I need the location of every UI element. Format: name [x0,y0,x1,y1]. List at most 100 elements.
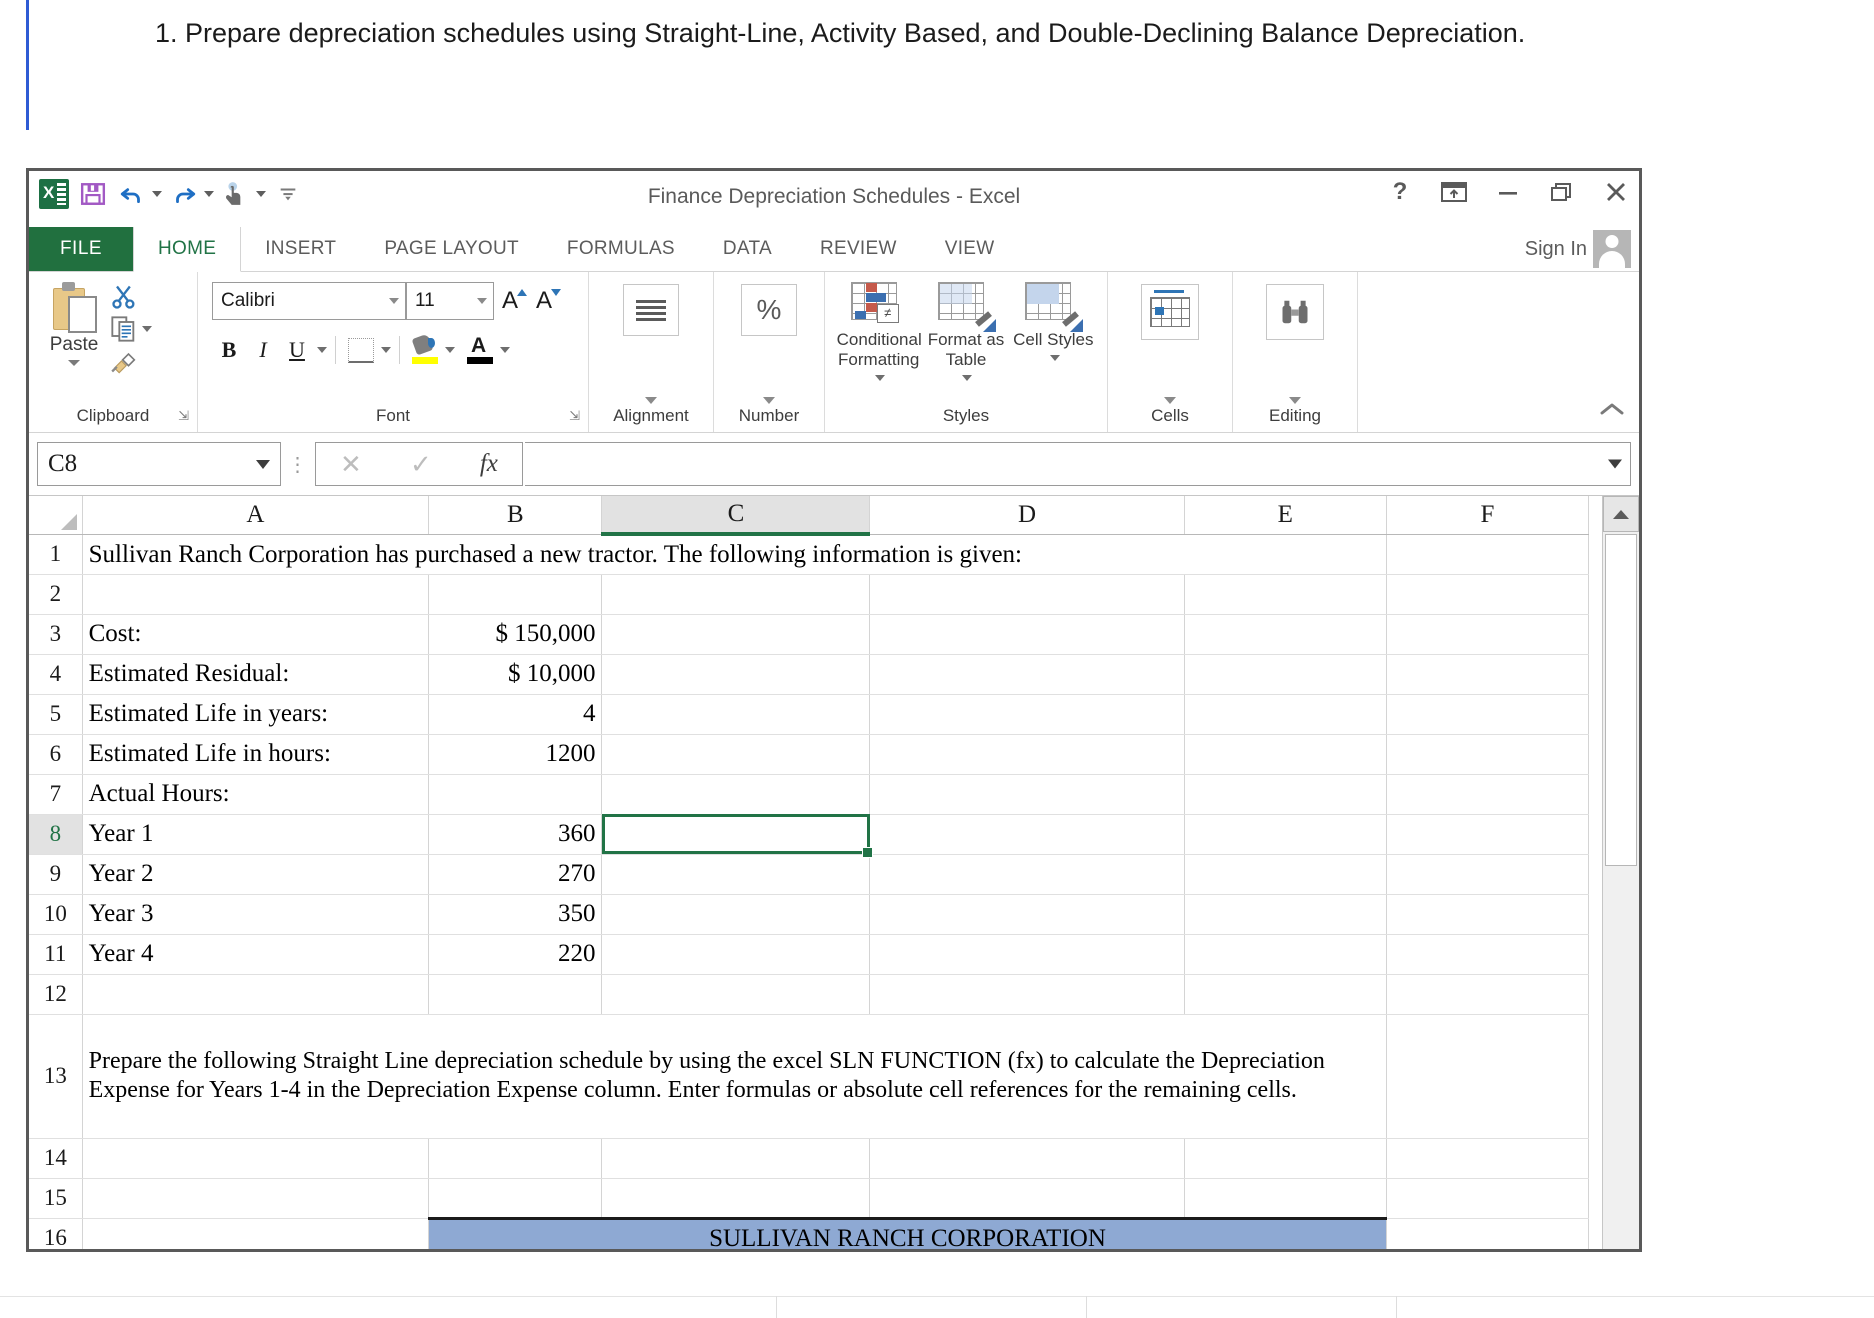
scroll-up-button[interactable] [1603,496,1639,532]
cell-b7[interactable] [429,774,602,814]
cell-d2[interactable] [870,574,1184,614]
cell-b14[interactable] [429,1138,602,1178]
cell-e4[interactable] [1184,654,1386,694]
scrollbar-thumb[interactable] [1605,534,1637,866]
cell-a12[interactable] [82,974,429,1014]
font-dialog-launcher-icon[interactable]: ⇲ [569,408,580,424]
cell-e15[interactable] [1184,1178,1386,1218]
row-header-1[interactable]: 1 [29,534,82,574]
cell-f16[interactable] [1386,1218,1588,1252]
editing-button[interactable] [1266,284,1324,340]
cell-a8[interactable]: Year 1 [82,814,429,854]
cell-d14[interactable] [870,1138,1184,1178]
cell-b2[interactable] [429,574,602,614]
cell-c3[interactable] [602,614,870,654]
cell-e6[interactable] [1184,734,1386,774]
name-box[interactable]: C8 [37,442,281,486]
font-name-dropdown-icon[interactable] [389,298,399,304]
tab-insert[interactable]: INSERT [241,227,360,271]
collapse-ribbon-icon[interactable] [1599,401,1625,422]
cell-a1[interactable]: Sullivan Ranch Corporation has purchased… [82,534,1386,574]
cells-dropdown-icon[interactable] [1164,397,1176,404]
cell-c8[interactable] [602,814,870,854]
tab-data[interactable]: DATA [699,227,796,271]
cell-d5[interactable] [870,694,1184,734]
format-painter-button[interactable] [109,346,152,376]
cell-a7[interactable]: Actual Hours: [82,774,429,814]
cell-c11[interactable] [602,934,870,974]
bold-button[interactable]: B [212,334,246,366]
column-header-a[interactable]: A [82,496,429,534]
cell-f8[interactable] [1386,814,1588,854]
cell-f1[interactable] [1386,534,1588,574]
underline-button[interactable]: U [280,334,314,366]
cell-a13[interactable]: Prepare the following Straight Line depr… [82,1014,1386,1138]
fill-color-button[interactable] [408,334,442,366]
cell-c2[interactable] [602,574,870,614]
row-header-2[interactable]: 2 [29,574,82,614]
borders-button[interactable] [344,334,378,366]
cell-c14[interactable] [602,1138,870,1178]
underline-dropdown-icon[interactable] [317,347,327,353]
cell-c7[interactable] [602,774,870,814]
row-header-11[interactable]: 11 [29,934,82,974]
clipboard-dialog-launcher-icon[interactable]: ⇲ [178,408,189,424]
column-header-f[interactable]: F [1386,496,1588,534]
cell-f4[interactable] [1386,654,1588,694]
cell-a4[interactable]: Estimated Residual: [82,654,429,694]
cell-d6[interactable] [870,734,1184,774]
cell-a15[interactable] [82,1178,429,1218]
row-header-12[interactable]: 12 [29,974,82,1014]
row-header-16[interactable]: 16 [29,1218,82,1252]
restore-icon[interactable] [1549,179,1575,205]
name-box-dropdown-icon[interactable] [256,460,270,469]
cell-e9[interactable] [1184,854,1386,894]
cell-a14[interactable] [82,1138,429,1178]
close-icon[interactable] [1603,179,1629,205]
decrease-font-size-button[interactable]: A [536,287,552,315]
cell-f11[interactable] [1386,934,1588,974]
cell-e3[interactable] [1184,614,1386,654]
borders-dropdown-icon[interactable] [381,347,391,353]
insert-function-icon[interactable]: fx [480,450,498,478]
sign-in-area[interactable]: Sign In [1525,227,1639,271]
tab-review[interactable]: REVIEW [796,227,921,271]
row-header-9[interactable]: 9 [29,854,82,894]
tab-view[interactable]: VIEW [921,227,1019,271]
cell-f7[interactable] [1386,774,1588,814]
cell-d4[interactable] [870,654,1184,694]
alignment-dropdown-icon[interactable] [645,397,657,404]
row-header-5[interactable]: 5 [29,694,82,734]
column-header-b[interactable]: B [429,496,602,534]
format-as-table-button[interactable]: Format as Table [924,282,1008,387]
cell-f14[interactable] [1386,1138,1588,1178]
cell-e5[interactable] [1184,694,1386,734]
cell-d3[interactable] [870,614,1184,654]
ribbon-display-options-icon[interactable] [1441,179,1467,205]
cell-a9[interactable]: Year 2 [82,854,429,894]
cell-f9[interactable] [1386,854,1588,894]
cell-c15[interactable] [602,1178,870,1218]
tab-page-layout[interactable]: PAGE LAYOUT [360,227,543,271]
cell-f12[interactable] [1386,974,1588,1014]
cell-b4[interactable]: $ 10,000 [429,654,602,694]
font-name-input[interactable]: Calibri [212,282,406,320]
copy-dropdown-icon[interactable] [142,326,152,332]
cell-styles-dropdown-icon[interactable] [1050,355,1060,361]
row-header-6[interactable]: 6 [29,734,82,774]
enter-icon[interactable]: ✓ [410,449,432,480]
cell-b8[interactable]: 360 [429,814,602,854]
font-color-button[interactable]: A [463,334,497,366]
column-header-d[interactable]: D [870,496,1184,534]
conditional-formatting-dropdown-icon[interactable] [875,375,885,381]
cell-c6[interactable] [602,734,870,774]
minimize-icon[interactable] [1495,179,1521,205]
cell-a10[interactable]: Year 3 [82,894,429,934]
cell-c4[interactable] [602,654,870,694]
cell-e10[interactable] [1184,894,1386,934]
cell-f5[interactable] [1386,694,1588,734]
row-header-4[interactable]: 4 [29,654,82,694]
tab-file[interactable]: FILE [29,227,133,271]
font-size-dropdown-icon[interactable] [477,298,487,304]
cell-b12[interactable] [429,974,602,1014]
